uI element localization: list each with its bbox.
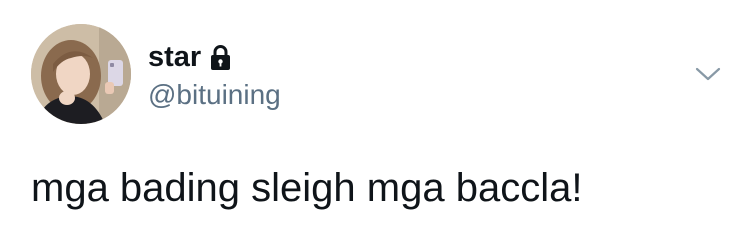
tweet: star @bituining mga bading sleigh mga ba…	[0, 0, 748, 249]
lock-icon	[209, 44, 232, 72]
user-avatar-photo	[31, 24, 131, 124]
avatar[interactable]	[31, 24, 131, 124]
display-name-text: star	[148, 41, 202, 73]
display-name[interactable]: star	[148, 40, 232, 74]
chevron-down-icon[interactable]	[694, 62, 722, 86]
user-handle[interactable]: @bituining	[148, 78, 281, 112]
tweet-text: mga bading sleigh mga baccla!	[31, 166, 583, 210]
